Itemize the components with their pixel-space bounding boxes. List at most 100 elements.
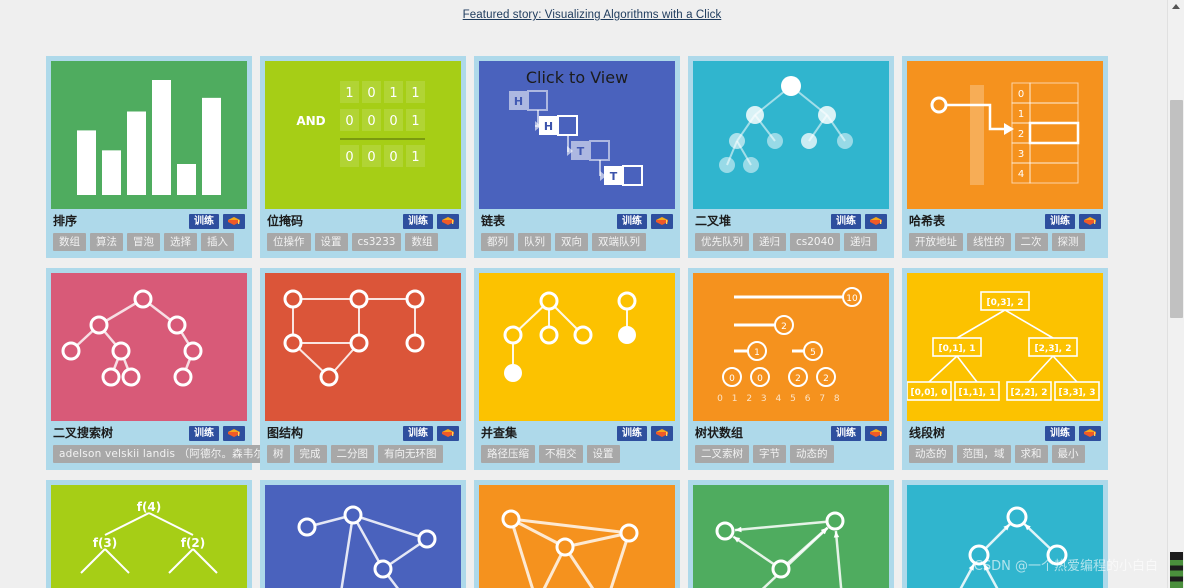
tag-chip[interactable]: 递归 xyxy=(753,233,786,251)
algorithm-card-fenwick[interactable]: 10 2 1 5 0 0 2 2 0 1 2 3 4 5 6 7 8 树状数组 训练 二叉索树 字节 动态的 xyxy=(688,268,894,470)
tag-chip[interactable]: 都列 xyxy=(481,233,514,251)
tag-chip[interactable]: 优先队列 xyxy=(695,233,749,251)
card-thumbnail-sorting[interactable] xyxy=(51,61,247,209)
card-tags-ufds: 路径压缩 不相交 设置 xyxy=(479,443,675,465)
scroll-up-arrow-icon[interactable] xyxy=(1172,4,1180,9)
tag-chip[interactable]: 递归 xyxy=(843,233,877,251)
tag-chip[interactable]: 插入 xyxy=(201,233,234,251)
algorithm-card-sorting[interactable]: 排序 训练数组 算法 冒泡 选择 插入 xyxy=(46,56,252,258)
training-badge-linkedlist[interactable]: 训练 xyxy=(617,213,647,229)
scrollbar-thumb[interactable] xyxy=(1170,100,1183,318)
training-badge-heap[interactable]: 训练 xyxy=(831,213,861,229)
tag-chip[interactable]: 求和 xyxy=(1014,445,1048,463)
tag-chip[interactable]: 不相交 xyxy=(539,445,583,463)
card-meta-sorting: 排序 训练 xyxy=(51,209,247,231)
tag-chip[interactable]: 最小 xyxy=(1051,445,1085,463)
tag-chip[interactable]: 冒泡 xyxy=(127,233,160,251)
training-badge-bitmask[interactable]: 训练 xyxy=(403,213,433,229)
algorithm-card-graph[interactable]: 图结构 训练树完成 二分图 有向无环图 xyxy=(260,268,466,470)
tag-chip[interactable]: cs3233 xyxy=(351,233,402,251)
card-thumbnail-avl[interactable] xyxy=(907,485,1103,588)
training-badge-sorting[interactable]: 训练 xyxy=(189,213,219,229)
tag-chip[interactable]: 二叉索树 xyxy=(695,445,749,463)
algorithm-card-sssp[interactable] xyxy=(688,480,894,588)
svg-text:0: 0 xyxy=(345,114,353,129)
featured-story-link[interactable]: Featured story: Visualizing Algorithms w… xyxy=(463,9,722,21)
tag-chip[interactable]: 设置 xyxy=(314,233,348,251)
svg-text:1: 1 xyxy=(754,348,760,358)
tag-chip[interactable]: 二分图 xyxy=(330,445,374,463)
graduation-cap-icon[interactable] xyxy=(1079,213,1101,229)
graduation-cap-icon[interactable] xyxy=(1079,425,1101,441)
graduation-cap-icon[interactable] xyxy=(865,213,887,229)
training-badge-segmenttree[interactable]: 训练 xyxy=(1045,425,1075,441)
tag-chip[interactable]: 字节 xyxy=(753,445,786,463)
card-thumbnail-mst[interactable] xyxy=(479,485,675,588)
tag-chip[interactable]: 数组 xyxy=(53,233,86,251)
tag-chip[interactable]: 设置 xyxy=(586,445,620,463)
graduation-cap-icon[interactable] xyxy=(223,425,245,441)
algorithm-card-bst[interactable]: 二叉搜索树 训练 adelson velskii landis （阿德尔。森韦尔 xyxy=(46,268,271,470)
tag-chip[interactable]: 选择 xyxy=(164,233,197,251)
algorithm-card-avl[interactable] xyxy=(902,480,1108,588)
algorithm-card-recursion[interactable]: f(4) f(3) f(2) xyxy=(46,480,252,588)
card-thumbnail-graph[interactable] xyxy=(265,273,461,421)
graduation-cap-icon[interactable] xyxy=(437,213,459,229)
card-thumbnail-bst[interactable] xyxy=(51,273,247,421)
tag-chip[interactable]: 范围，域 xyxy=(956,445,1011,463)
training-badge-graph[interactable]: 训练 xyxy=(403,425,433,441)
training-badge-ufds[interactable]: 训练 xyxy=(617,425,647,441)
tag-chip[interactable]: 动态的 xyxy=(909,445,953,463)
card-thumbnail-sssp[interactable] xyxy=(693,485,889,588)
graduation-cap-icon[interactable] xyxy=(437,425,459,441)
graduation-cap-icon[interactable] xyxy=(223,213,245,229)
tag-chip[interactable]: 位操作 xyxy=(267,233,311,251)
tag-chip[interactable]: 双向 xyxy=(555,233,588,251)
card-thumbnail-graphtraversal[interactable] xyxy=(265,485,461,588)
tag-chip[interactable]: 开放地址 xyxy=(909,233,963,251)
svg-text:3: 3 xyxy=(1018,149,1024,160)
tag-chip[interactable]: 动态的 xyxy=(790,445,834,463)
tag-chip[interactable]: adelson velskii landis （阿德尔。森韦尔 xyxy=(53,445,271,463)
card-title-linkedlist: 链表 xyxy=(481,214,506,228)
algorithm-card-hashtable[interactable]: 0 1 2 3 4 哈希表 训练 开放地址 线性的 二次 探测 xyxy=(902,56,1108,258)
tag-chip[interactable]: 数组 xyxy=(405,233,439,251)
algorithm-card-segmenttree[interactable]: [0,3], 2 [0,1], 1 [2,3], 2 [0,0], 0 [1,1], 1… xyxy=(902,268,1108,470)
tag-chip[interactable]: 路径压缩 xyxy=(481,445,535,463)
algorithm-card-heap[interactable]: 二叉堆 训练 优先队列 递归 cs2040 递归 xyxy=(688,56,894,258)
card-title-ufds: 并查集 xyxy=(481,426,518,440)
svg-text:2: 2 xyxy=(746,394,752,404)
training-badge-hashtable[interactable]: 训练 xyxy=(1045,213,1075,229)
algorithm-card-graphtraversal[interactable] xyxy=(260,480,466,588)
training-badge-bst[interactable]: 训练 xyxy=(189,425,219,441)
algorithm-card-linkedlist[interactable]: Click to View H H T T 链表 训练都列 队列 双向 双端队列 xyxy=(474,56,680,258)
card-thumbnail-heap[interactable] xyxy=(693,61,889,209)
graduation-cap-icon[interactable] xyxy=(651,213,673,229)
card-title-bst: 二叉搜索树 xyxy=(53,426,114,440)
tag-chip[interactable]: 线性的 xyxy=(967,233,1011,251)
tag-chip[interactable]: 队列 xyxy=(518,233,551,251)
page-scrollbar[interactable] xyxy=(1167,0,1184,588)
tag-chip[interactable]: 算法 xyxy=(90,233,123,251)
algorithm-card-bitmask[interactable]: 1 0 1 1 0 0 0 1 AND 0 0 0 1 位掩码 训练 位操作 设置 cs3233 数组 xyxy=(260,56,466,258)
tag-chip[interactable]: 完成 xyxy=(293,445,327,463)
tag-chip[interactable]: cs2040 xyxy=(790,233,840,251)
tag-chip[interactable]: 探测 xyxy=(1051,233,1085,251)
algorithm-card-ufds[interactable]: 并查集 训练路径压缩 不相交 设置 xyxy=(474,268,680,470)
tag-chip[interactable]: 树 xyxy=(267,445,290,463)
tag-chip[interactable]: 有向无环图 xyxy=(378,445,443,463)
card-thumbnail-recursion[interactable]: f(4) f(3) f(2) xyxy=(51,485,247,588)
card-thumbnail-ufds[interactable] xyxy=(479,273,675,421)
graduation-cap-icon[interactable] xyxy=(651,425,673,441)
card-thumbnail-hashtable[interactable]: 0 1 2 3 4 xyxy=(907,61,1103,209)
card-thumbnail-linkedlist[interactable]: Click to View H H T T xyxy=(479,61,675,209)
card-thumbnail-segmenttree[interactable]: [0,3], 2 [0,1], 1 [2,3], 2 [0,0], 0 [1,1], 1… xyxy=(907,273,1103,421)
card-thumbnail-fenwick[interactable]: 10 2 1 5 0 0 2 2 0 1 2 3 4 5 6 7 8 xyxy=(693,273,889,421)
training-badge-fenwick[interactable]: 训练 xyxy=(831,425,861,441)
tag-chip[interactable]: 二次 xyxy=(1014,233,1048,251)
algorithm-card-mst[interactable] xyxy=(474,480,680,588)
graduation-cap-icon[interactable] xyxy=(865,425,887,441)
card-badges-hashtable: 训练 xyxy=(1045,213,1101,229)
tag-chip[interactable]: 双端队列 xyxy=(592,233,646,251)
card-thumbnail-bitmask[interactable]: 1 0 1 1 0 0 0 1 AND 0 0 0 1 xyxy=(265,61,461,209)
